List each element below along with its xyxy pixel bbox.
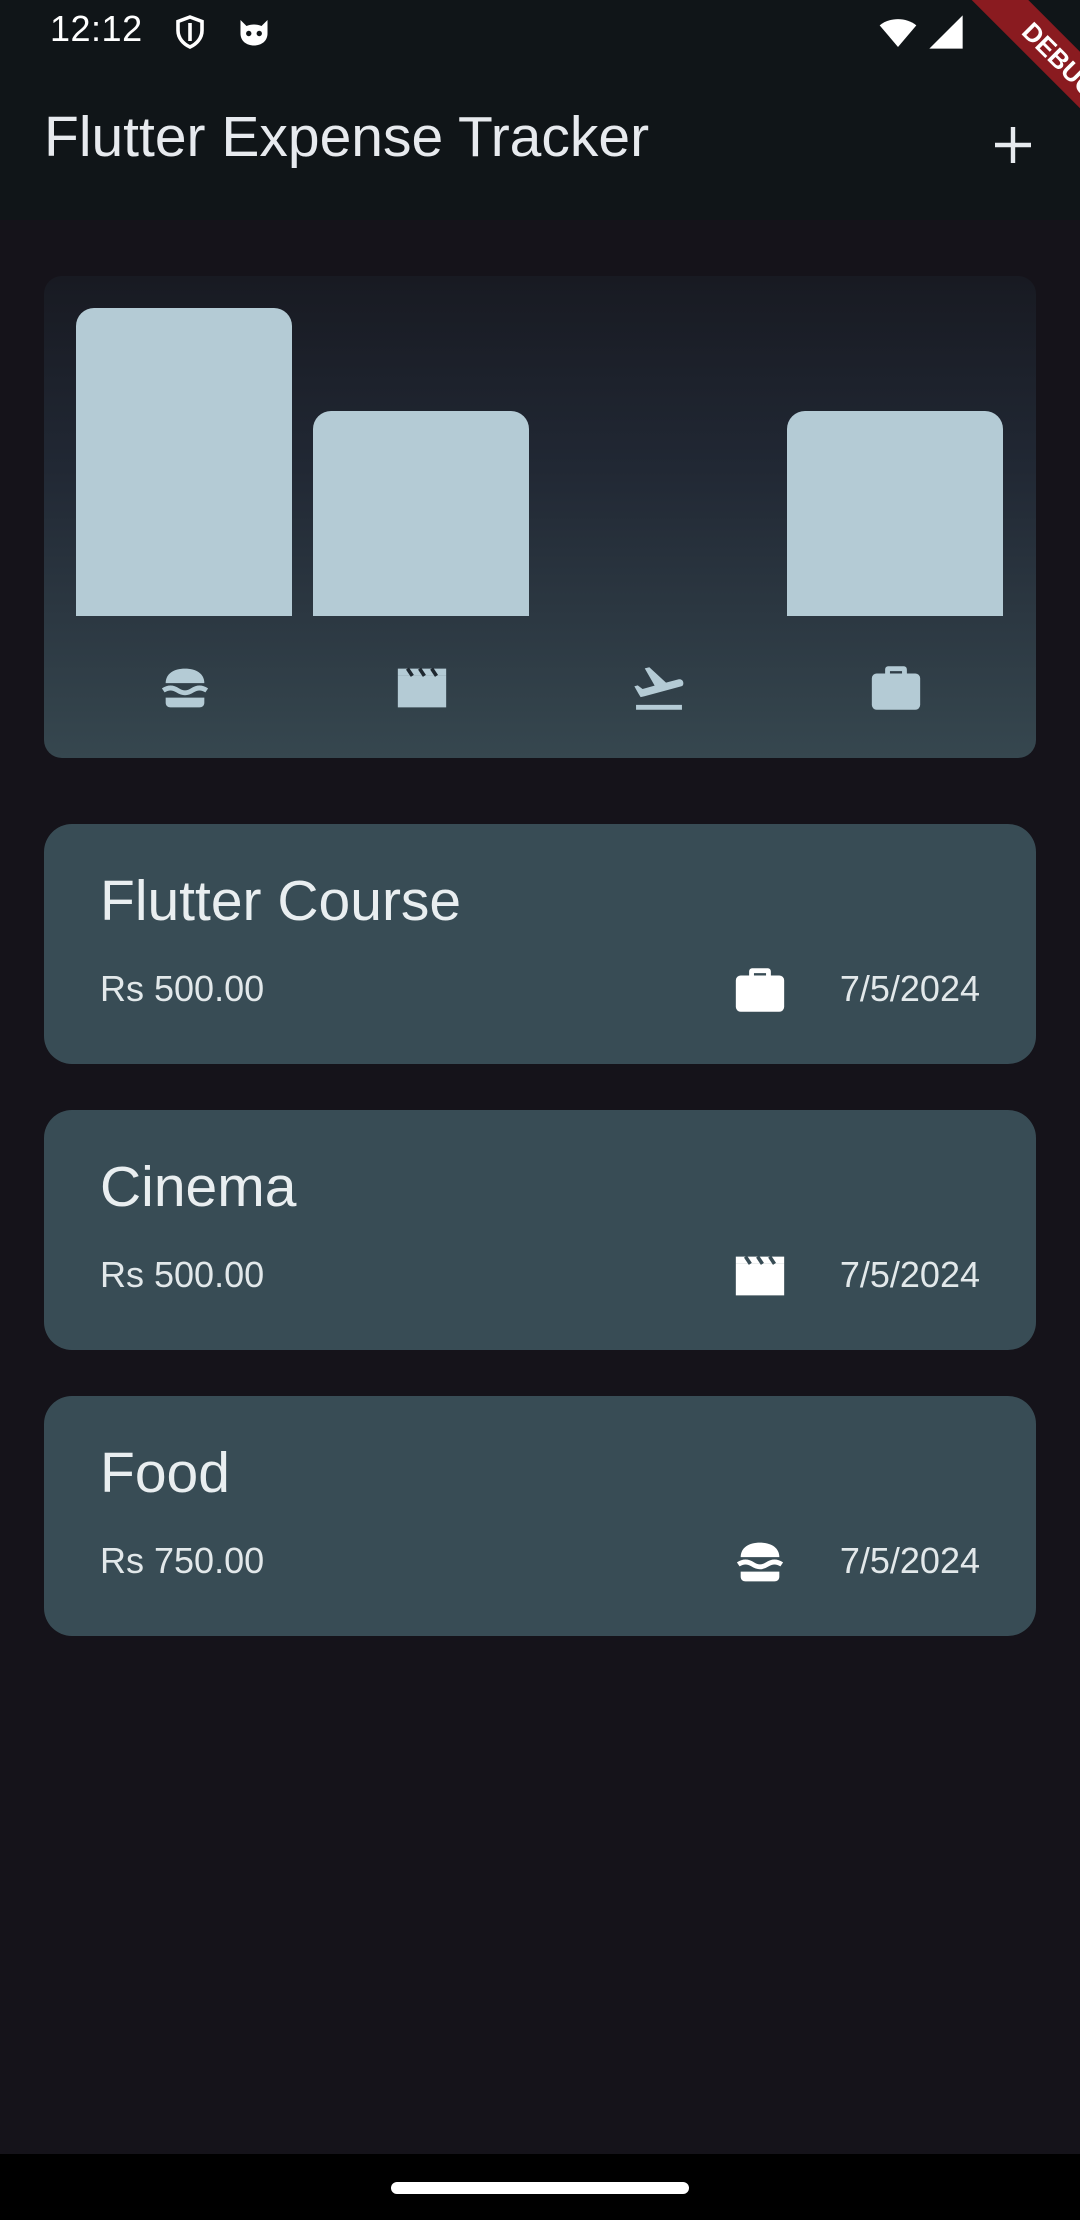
plus-icon bbox=[995, 127, 1031, 163]
screen: 12:12 Flutter Expense Tracker DEBUG Flut… bbox=[0, 0, 1080, 2220]
expense-card[interactable]: Cinema Rs 500.00 7/5/2024 bbox=[44, 1110, 1036, 1350]
status-time: 12:12 bbox=[50, 8, 143, 49]
cat-face-icon bbox=[236, 14, 272, 50]
movie-clapper-icon bbox=[392, 658, 452, 718]
expense-date: 7/5/2024 bbox=[839, 968, 980, 1009]
signal-icon bbox=[926, 12, 966, 52]
home-indicator[interactable] bbox=[391, 2182, 689, 2194]
hamburger-icon bbox=[155, 658, 215, 718]
movie-clapper-icon bbox=[730, 1246, 790, 1306]
expense-title: Flutter Course bbox=[100, 869, 462, 933]
navigation-bar bbox=[0, 2154, 1080, 2220]
expense-date: 7/5/2024 bbox=[839, 1540, 980, 1581]
app-title: Flutter Expense Tracker bbox=[44, 105, 650, 169]
app-bar: Flutter Expense Tracker bbox=[0, 64, 1080, 220]
shield-icon bbox=[172, 14, 208, 50]
wifi-icon bbox=[878, 12, 918, 52]
expense-date: 7/5/2024 bbox=[839, 1254, 980, 1295]
expense-amount: Rs 750.00 bbox=[100, 1540, 265, 1581]
chart-bar-leisure bbox=[313, 411, 529, 616]
status-bar: 12:12 bbox=[0, 0, 1080, 64]
expense-chart bbox=[44, 276, 1036, 758]
expense-title: Food bbox=[100, 1441, 230, 1505]
hamburger-icon bbox=[730, 1532, 790, 1592]
work-briefcase-icon bbox=[866, 658, 926, 718]
expense-amount: Rs 500.00 bbox=[100, 1254, 265, 1295]
flight-takeoff-icon bbox=[629, 658, 689, 718]
expense-card[interactable]: Flutter Course Rs 500.00 7/5/2024 bbox=[44, 824, 1036, 1064]
expense-amount: Rs 500.00 bbox=[100, 968, 265, 1009]
chart-bar-work bbox=[787, 411, 1003, 616]
add-expense-button[interactable] bbox=[978, 110, 1048, 180]
work-briefcase-icon bbox=[730, 960, 790, 1020]
expense-card[interactable]: Food Rs 750.00 7/5/2024 bbox=[44, 1396, 1036, 1636]
chart-bar-food bbox=[76, 308, 292, 616]
expense-title: Cinema bbox=[100, 1155, 297, 1219]
